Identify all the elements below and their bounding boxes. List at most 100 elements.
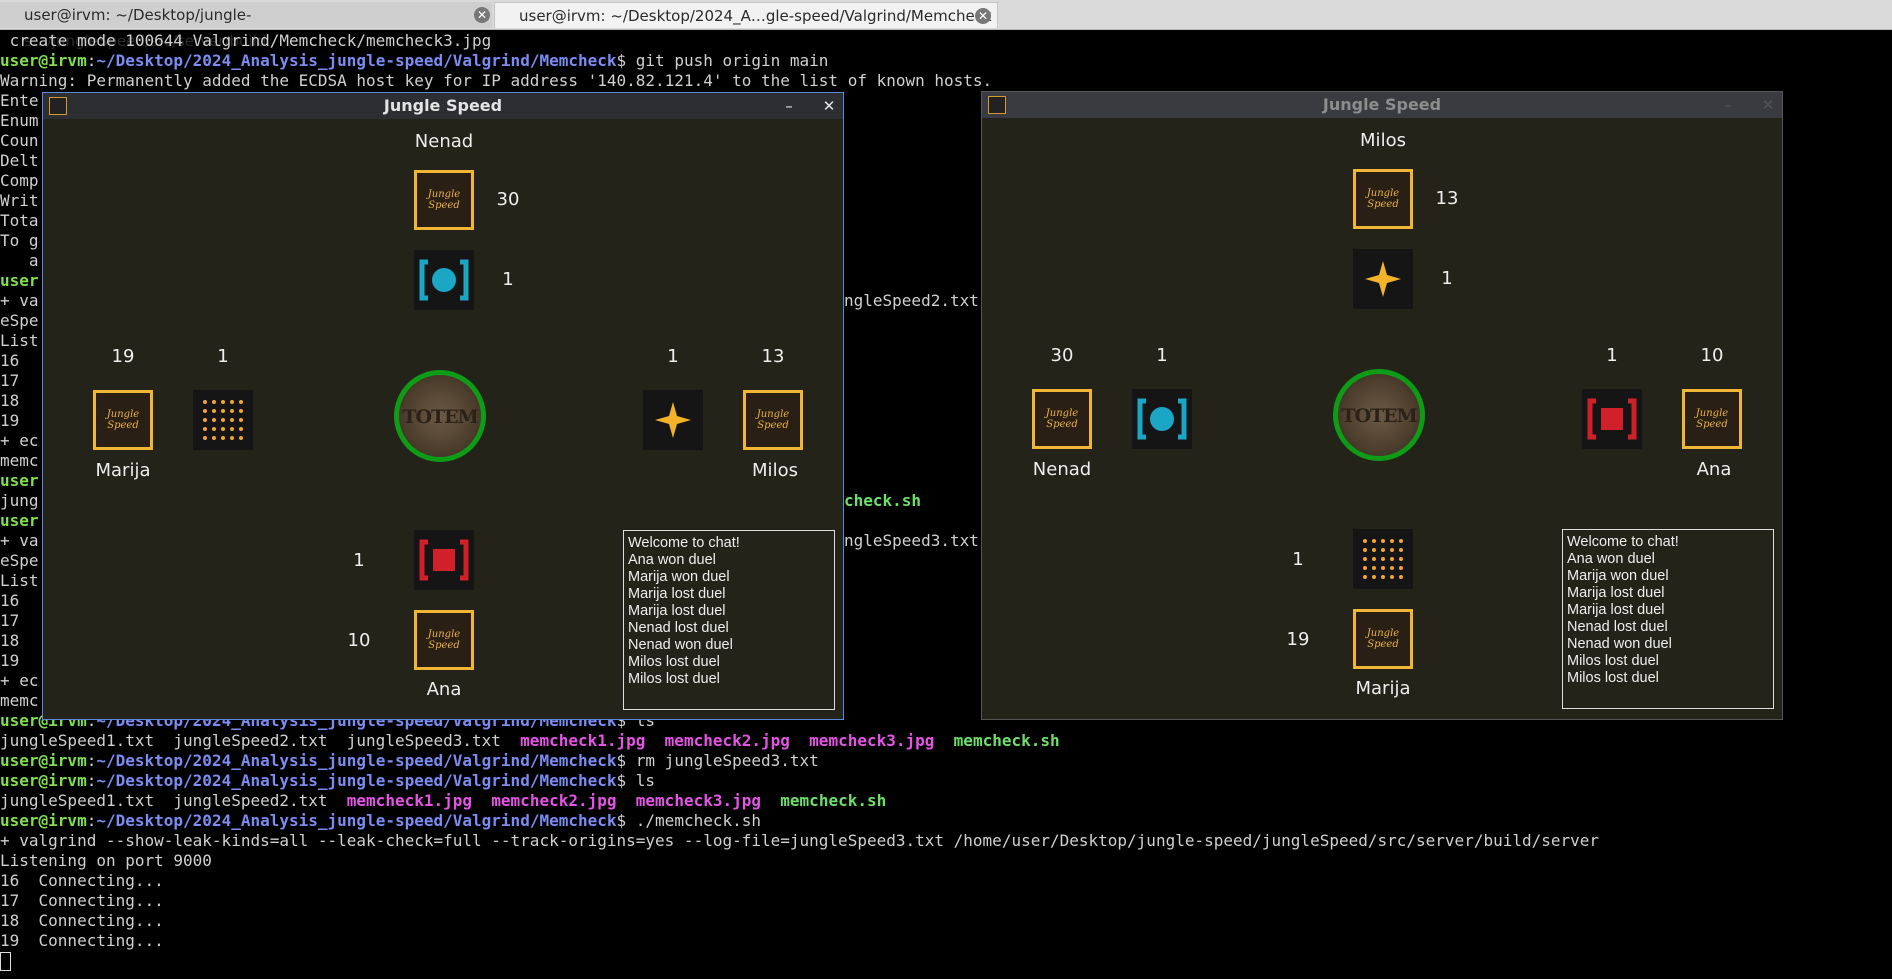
deck-count-right: 10 [1700,345,1724,366]
chat-message: Milos lost duel [628,671,720,687]
terminal-line: 18 Connecting... [0,911,164,930]
yellow-star-icon[interactable] [1353,249,1413,309]
tab-server-build[interactable]: user@irvm: ~/Desktop/jungle-s…/jungleSpe… [0,2,492,50]
terminal-line: List [0,331,39,350]
close-button[interactable]: ✕ [1758,94,1778,116]
terminal-line: List [0,571,39,590]
terminal-line: Delt [0,151,39,170]
terminal-line: + va [0,291,39,310]
terminal-line: + valgrind --show-leak-kinds=all --leak-… [0,831,1600,850]
totem-button[interactable]: TOTEM [394,370,486,462]
terminal-line: create mode 100644 Valgrind/Memcheck/mem… [0,31,492,50]
player-name-right: Ana [1696,459,1732,480]
chat-message: Welcome to chat! [628,535,740,551]
chat-message: Ana won duel [628,552,716,568]
chat-message: Nenad won duel [628,637,733,653]
cyan-circle-brackets-icon[interactable] [414,250,474,310]
chat-message: Marija lost duel [1567,602,1665,618]
close-tab-icon[interactable]: ✕ [474,7,490,23]
minimize-button[interactable]: – [779,95,799,117]
terminal-line-fragment: ngleSpeed2.txt [844,291,979,310]
player-name-top: Milos [1360,130,1406,151]
terminal-line: user [0,511,39,530]
terminal-line: Listening on port 9000 [0,851,212,870]
orange-dots-grid-icon[interactable] [193,390,253,450]
deck-count-left: 19 [111,346,135,367]
window-titlebar[interactable]: Jungle Speed – ✕ [43,93,843,119]
close-button[interactable]: ✕ [819,95,839,117]
terminal-line: 17 Connecting... [0,891,164,910]
player-name-left: Nenad [1032,459,1092,480]
chat-message: Marija lost duel [628,603,726,619]
terminal-line: user [0,271,39,290]
jungle-speed-window-2[interactable]: Jungle Speed – ✕ Milos Jungle Speed 13 1 … [981,91,1783,720]
terminal-line: user@irvm:~/Desktop/2024_Analysis_jungle… [0,751,819,770]
player-name-right: Milos [752,460,798,481]
terminal-line: 16 Connecting... [0,871,164,890]
terminal-line-fragment: ngleSpeed3.txt [844,531,979,550]
minimize-button[interactable]: – [1718,94,1738,116]
terminal-line: user [0,471,39,490]
terminal-line: memc [0,691,39,710]
deck-count-bottom: 19 [1286,629,1310,650]
player-name-bottom: Ana [426,679,462,700]
terminal-line: To g [0,231,39,250]
jungle-speed-logo-icon[interactable]: Jungle Speed [1353,609,1413,669]
tab-memcheck[interactable]: user@irvm: ~/Desktop/2024_A…gle-speed/Va… [494,2,998,28]
face-count-bottom: 1 [1292,549,1304,570]
jungle-speed-logo-icon[interactable]: Jungle Speed [1682,389,1742,449]
terminal-line: Warning: Permanently added the ECDSA hos… [0,71,993,90]
jungle-speed-logo-icon[interactable]: Jungle Speed [414,170,474,230]
deck-count-right: 13 [761,346,785,367]
yellow-star-icon[interactable] [643,390,703,450]
terminal-line: 16 [0,351,20,370]
terminal-cursor [0,951,11,971]
deck-count-top: 30 [496,189,520,210]
chat-log[interactable]: Welcome to chat! Ana won duel Marija won… [623,530,835,710]
jungle-speed-logo-icon[interactable]: Jungle Speed [1353,169,1413,229]
terminal-line: + ec [0,671,39,690]
chat-message: Nenad lost duel [628,620,729,636]
window-titlebar[interactable]: Jungle Speed – ✕ [982,92,1782,118]
chat-message: Marija won duel [1567,568,1669,584]
face-count-left: 1 [217,346,229,367]
terminal-line: eSpe [0,311,39,330]
jungle-speed-logo-icon[interactable]: Jungle Speed [414,610,474,670]
face-count-top: 1 [502,269,514,290]
window-title: Jungle Speed [383,96,503,115]
terminal-line: user@irvm:~/Desktop/2024_Analysis_jungle… [0,51,829,70]
terminal-line-fragment: check.sh [844,491,922,510]
close-tab-icon[interactable]: ✕ [975,8,991,24]
jungle-speed-logo-icon[interactable]: Jungle Speed [1032,389,1092,449]
terminal-line: 19 Connecting... [0,931,164,950]
jungle-speed-logo-icon[interactable]: Jungle Speed [743,390,803,450]
chat-message: Marija lost duel [1567,585,1665,601]
chat-message: Milos lost duel [1567,670,1659,686]
jungle-speed-logo-icon[interactable]: Jungle Speed [93,390,153,450]
face-count-bottom: 1 [353,550,365,571]
player-name-bottom: Marija [1355,678,1411,699]
terminal-line: 19 [0,411,20,430]
terminal-line: a [0,251,39,270]
chat-message: Milos lost duel [1567,653,1659,669]
red-square-brackets-icon[interactable] [414,530,474,590]
terminal-line: memc [0,451,39,470]
chat-message: Nenad won duel [1567,636,1672,652]
red-square-brackets-icon[interactable] [1582,389,1642,449]
face-count-right: 1 [1606,345,1618,366]
terminal-line: 18 [0,391,20,410]
terminal-line: user@irvm:~/Desktop/2024_Analysis_jungle… [0,771,656,790]
chat-message: Marija lost duel [628,586,726,602]
chat-log[interactable]: Welcome to chat! Ana won duel Marija won… [1562,529,1774,709]
jungle-speed-window-1[interactable]: Jungle Speed – ✕ Nenad Jungle Speed 30 1 … [42,92,844,720]
tab-label: user@irvm: ~/Desktop/2024_A…gle-speed/Va… [519,7,992,25]
terminal-line: jungleSpeed1.txt jungleSpeed2.txt memche… [0,791,887,810]
terminal-line: Ente [0,91,39,110]
player-name-left: Marija [95,460,151,481]
cyan-circle-brackets-icon[interactable] [1132,389,1192,449]
chat-message: Marija won duel [628,569,730,585]
chat-message: Milos lost duel [628,654,720,670]
terminal-line: Enum [0,111,39,130]
orange-dots-grid-icon[interactable] [1353,529,1413,589]
totem-button[interactable]: TOTEM [1333,369,1425,461]
